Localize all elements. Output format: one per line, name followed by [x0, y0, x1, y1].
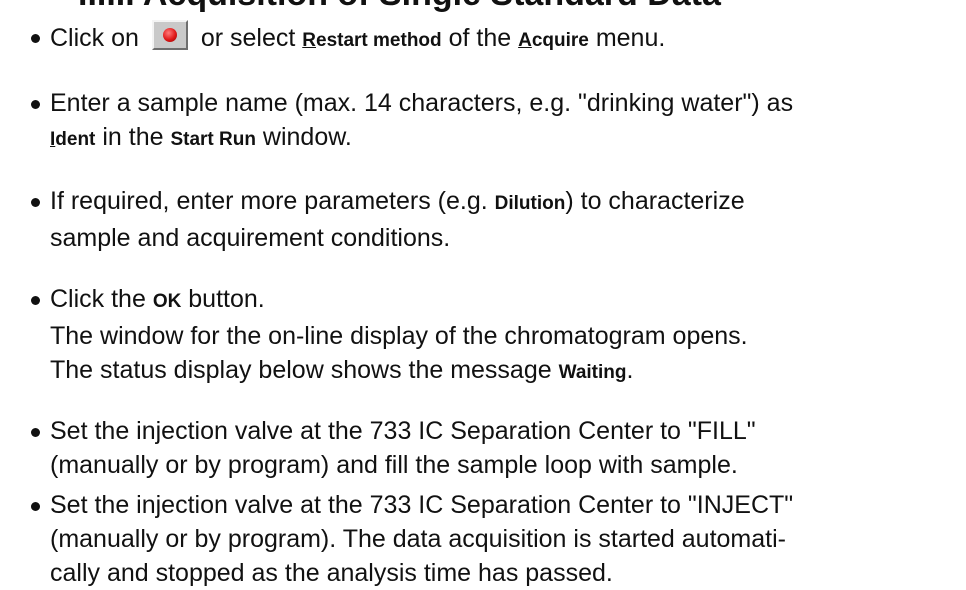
- step-text: Click the: [50, 285, 146, 313]
- step-text: in the: [102, 123, 164, 151]
- step-text: Set the injection valve at the 733 IC Se…: [50, 491, 794, 519]
- bullet-icon: [31, 34, 40, 43]
- step-text: Enter a sample name (max. 14 characters,…: [50, 89, 794, 117]
- step-text: button.: [188, 285, 265, 313]
- step-text: The status display below shows the messa…: [50, 356, 552, 384]
- menu-item-restart-method: Restart method: [302, 30, 442, 51]
- bullet-icon: [31, 428, 40, 437]
- step-text: (manually or by program). The data acqui…: [50, 525, 786, 553]
- window-start-run: Start Run: [170, 129, 256, 150]
- step-text: of the: [448, 24, 512, 52]
- step-text: .: [626, 356, 634, 384]
- status-message: Waiting: [558, 362, 627, 383]
- bullet-icon: [31, 100, 40, 109]
- step-text: menu.: [595, 24, 666, 52]
- step-text: The window for the on-line display of th…: [50, 322, 748, 350]
- bullet-icon: [31, 502, 40, 511]
- step-text: (manually or by program) and fill the sa…: [50, 451, 738, 479]
- step-text: window.: [262, 123, 352, 151]
- field-dilution: Dilution: [494, 193, 566, 214]
- step-text: Set the injection valve at the 733 IC Se…: [50, 417, 756, 445]
- step-text: cally and stopped as the analysis time h…: [50, 559, 613, 587]
- step-text: If required, enter more parameters (e.g.: [50, 187, 488, 215]
- section-heading: ...... Acquisition of Single Standard Da…: [78, 0, 721, 11]
- step-text: ) to characterize: [565, 187, 745, 215]
- bullet-icon: [31, 198, 40, 207]
- step-text: Click on: [50, 24, 139, 52]
- restart-method-button[interactable]: [151, 20, 188, 50]
- record-icon: [162, 28, 177, 42]
- field-ident: Ident: [50, 129, 96, 150]
- ok-button-label: OK: [152, 291, 182, 312]
- step-text: or select: [200, 24, 296, 52]
- menu-acquire: Acquire: [518, 30, 589, 51]
- step-text: sample and acquirement conditions.: [50, 224, 451, 252]
- bullet-icon: [31, 296, 40, 305]
